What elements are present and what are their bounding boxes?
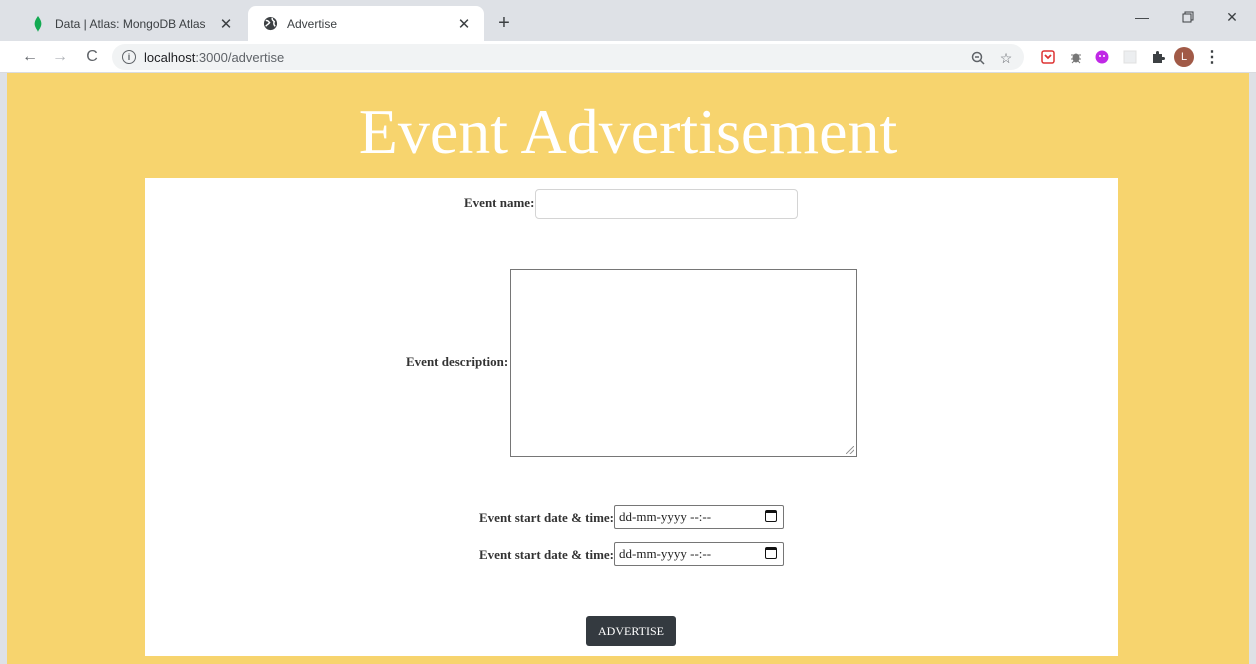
page-title: Event Advertisement xyxy=(358,96,898,167)
resize-grip-icon[interactable] xyxy=(846,446,854,454)
browser-toolbar: ← → C i localhost:3000/advertise ☆ L ⋮ xyxy=(0,41,1256,73)
new-tab-plus-icon[interactable]: + xyxy=(492,11,516,35)
tab-title: Data | Atlas: MongoDB Atlas xyxy=(55,16,206,31)
purple-extension-icon[interactable] xyxy=(1094,49,1110,65)
back-arrow-icon[interactable]: ← xyxy=(18,45,42,69)
tab-close-icon[interactable]: ✕ xyxy=(454,14,474,34)
restore-icon[interactable] xyxy=(1166,0,1210,34)
tab-title: Advertise xyxy=(287,16,338,31)
tab-close-icon[interactable]: ✕ xyxy=(216,14,236,34)
page-viewport: Event Advertisement Event name: Event de… xyxy=(7,73,1249,664)
blank-extension-icon[interactable] xyxy=(1122,49,1138,65)
advertise-form: Event name: Event description: Event sta… xyxy=(145,178,1118,656)
site-info-icon[interactable]: i xyxy=(122,50,136,64)
event-start-datetime-input-2[interactable]: dd-mm-yyyy --:-- xyxy=(614,542,784,566)
event-start-label: Event start date & time: xyxy=(479,510,615,525)
event-start-datetime-input[interactable]: dd-mm-yyyy --:-- xyxy=(614,505,784,529)
mongodb-leaf-icon xyxy=(30,15,46,32)
reload-icon[interactable]: C xyxy=(80,45,104,69)
event-name-input[interactable] xyxy=(535,189,798,219)
calendar-icon[interactable] xyxy=(765,510,777,522)
bug-extension-icon[interactable] xyxy=(1068,49,1084,65)
tab-mongodb-atlas[interactable]: Data | Atlas: MongoDB Atlas ✕ xyxy=(16,6,246,41)
advertise-button[interactable]: ADVERTISE xyxy=(586,616,676,646)
profile-avatar[interactable]: L xyxy=(1174,47,1194,67)
event-name-label: Event name: xyxy=(464,195,535,210)
menu-kebab-icon[interactable]: ⋮ xyxy=(1204,49,1220,66)
url-text: localhost:3000/advertise xyxy=(144,49,285,65)
event-description-label: Event description: xyxy=(406,354,509,369)
event-start-label-2: Event start date & time: xyxy=(479,547,615,562)
minimize-icon[interactable]: — xyxy=(1120,0,1164,34)
bookmark-star-icon[interactable]: ☆ xyxy=(996,48,1016,68)
pocket-extension-icon[interactable] xyxy=(1040,49,1056,65)
address-bar[interactable]: i localhost:3000/advertise ☆ xyxy=(112,44,1024,70)
forward-arrow-icon[interactable]: → xyxy=(48,45,72,69)
close-window-icon[interactable]: ✕ xyxy=(1210,0,1254,34)
tab-advertise[interactable]: Advertise ✕ xyxy=(248,6,484,41)
tab-strip: Data | Atlas: MongoDB Atlas ✕ Advertise … xyxy=(0,0,1256,41)
event-description-textarea[interactable] xyxy=(510,269,857,457)
globe-icon xyxy=(262,16,278,32)
zoom-icon[interactable] xyxy=(968,48,988,68)
extensions-puzzle-icon[interactable] xyxy=(1150,49,1166,65)
calendar-icon[interactable] xyxy=(765,547,777,559)
